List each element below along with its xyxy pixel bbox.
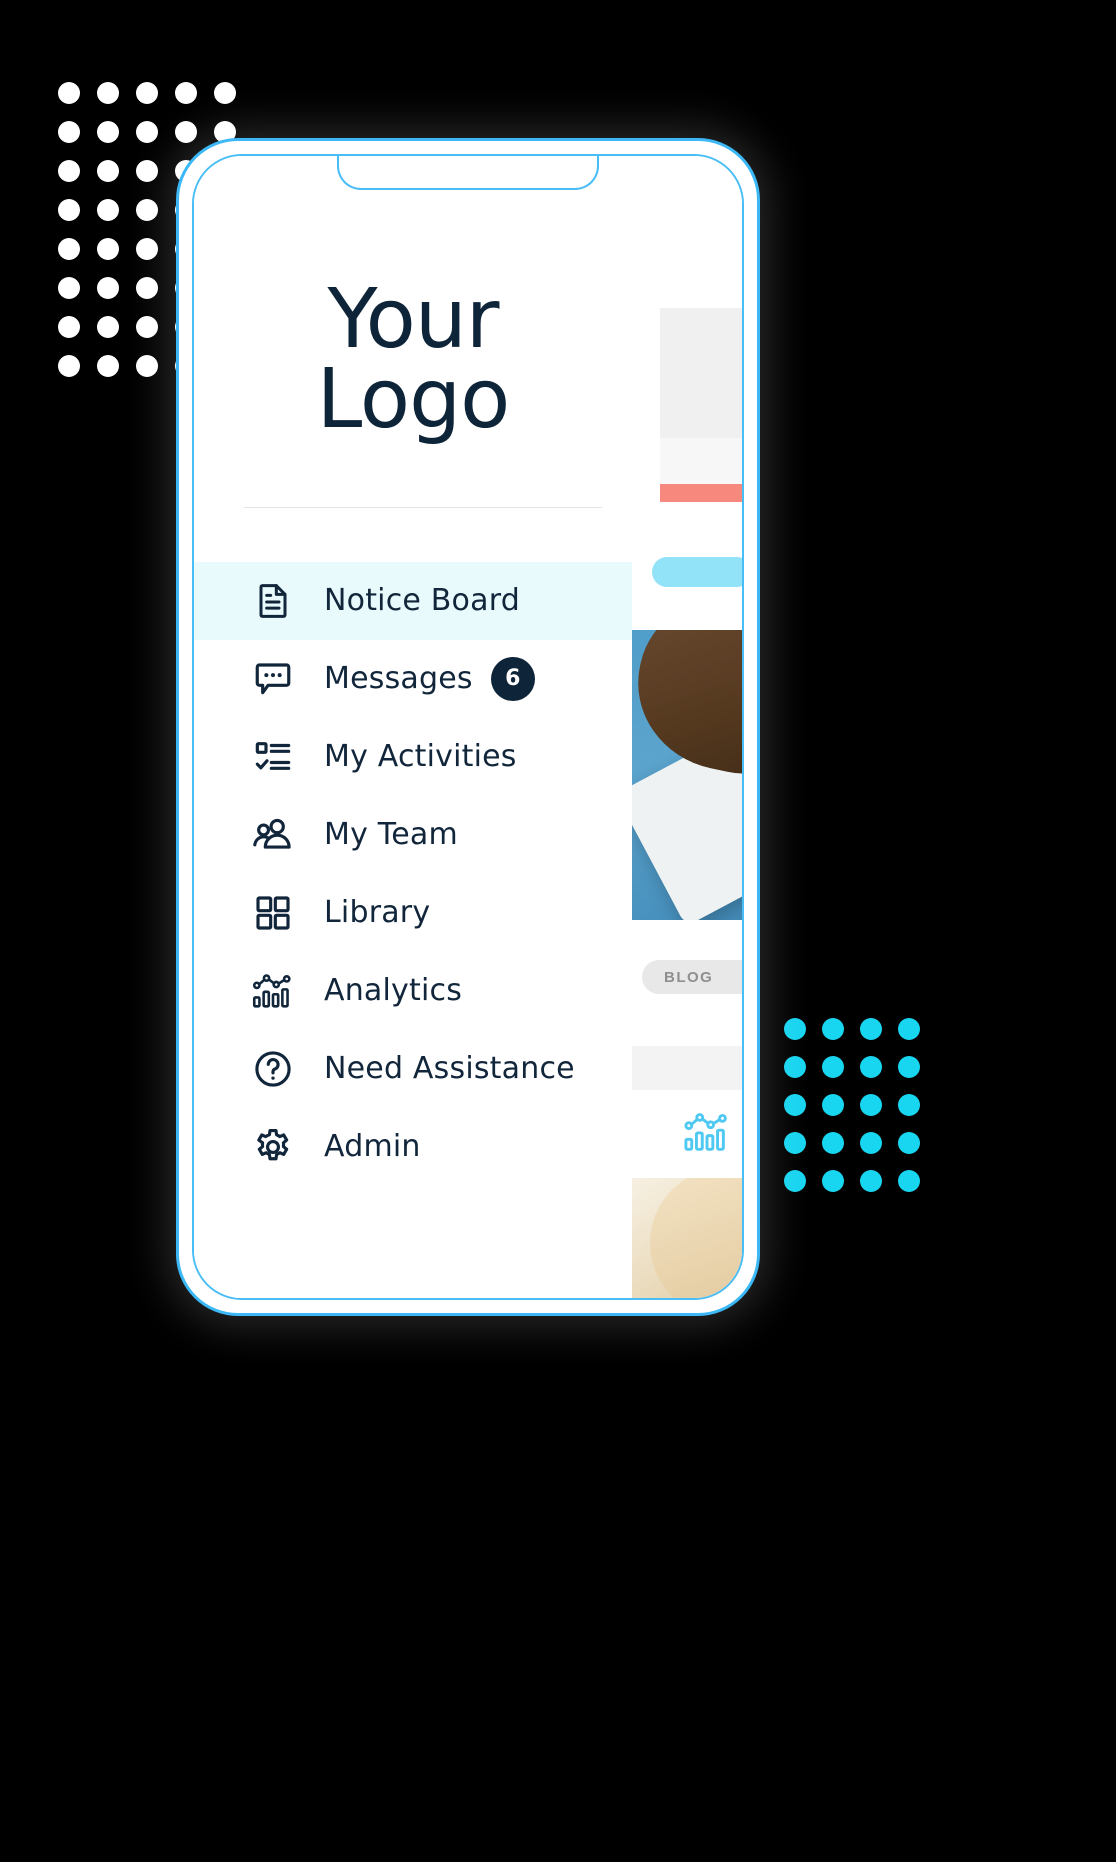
- decorative-dot: [784, 1056, 806, 1078]
- decorative-dot: [175, 82, 197, 104]
- sidebar-item-label: Notice Board: [324, 583, 520, 619]
- decorative-dot: [822, 1018, 844, 1040]
- decorative-dot: [784, 1132, 806, 1154]
- decorative-dot: [97, 238, 119, 260]
- tag-pill-blue: [652, 557, 742, 587]
- decorative-dot: [860, 1094, 882, 1116]
- decorative-dot: [58, 199, 80, 221]
- app-logo-line-2: Logo: [316, 352, 511, 448]
- phone-notch: [337, 156, 599, 190]
- decorative-dot: [136, 238, 158, 260]
- app-logo-line-1: Your: [327, 272, 499, 367]
- decorative-dot: [58, 316, 80, 338]
- decorative-dot: [898, 1018, 920, 1040]
- decorative-dot: [898, 1094, 920, 1116]
- status-bar-coral: [660, 484, 742, 502]
- decorative-dot: [97, 199, 119, 221]
- decorative-dot: [97, 121, 119, 143]
- decorative-dot: [860, 1018, 882, 1040]
- decorative-dot: [136, 355, 158, 377]
- sidebar-item-messages[interactable]: Messages 6: [194, 640, 632, 718]
- content-photo-phone-in-hand: [624, 630, 742, 920]
- decorative-dot: [860, 1170, 882, 1192]
- side-navigation-drawer: Your Logo Notice Board Messages 6 My Acti…: [194, 156, 632, 1298]
- decorative-dot: [175, 121, 197, 143]
- decorative-dot: [58, 82, 80, 104]
- decorative-dot: [136, 82, 158, 104]
- decorative-dot: [97, 277, 119, 299]
- decorative-dot: [898, 1170, 920, 1192]
- sidebar-item-my-team[interactable]: My Team: [194, 796, 632, 874]
- phone-screen: BLOG Your Logo Notice Board Messages 6 M…: [194, 156, 742, 1298]
- decorative-dot: [58, 121, 80, 143]
- sidebar-item-label: Need Assistance: [324, 1051, 575, 1087]
- sidebar-item-label: My Team: [324, 817, 458, 853]
- sidebar-item-label: Admin: [324, 1129, 421, 1165]
- decorative-dot: [97, 316, 119, 338]
- checklist-icon: [250, 734, 296, 780]
- decorative-dot-grid-bottom-right: [784, 1018, 936, 1208]
- decorative-dot: [136, 160, 158, 182]
- grid-squares-icon: [250, 890, 296, 936]
- bar-chart-line-icon: [250, 968, 296, 1014]
- decorative-dot: [136, 199, 158, 221]
- decorative-dot: [58, 355, 80, 377]
- drawer-divider: [244, 506, 602, 508]
- analytics-widget-icon[interactable]: [660, 1100, 742, 1164]
- sidebar-item-analytics[interactable]: Analytics: [194, 952, 632, 1030]
- decorative-dot: [97, 82, 119, 104]
- phone-bezel: BLOG Your Logo Notice Board Messages 6 M…: [192, 154, 744, 1300]
- decorative-dot: [58, 277, 80, 299]
- content-photo-person: [624, 1178, 742, 1298]
- sidebar-item-need-assistance[interactable]: Need Assistance: [194, 1030, 632, 1108]
- decorative-dot: [822, 1056, 844, 1078]
- decorative-dot: [58, 238, 80, 260]
- phone-mockup: BLOG Your Logo Notice Board Messages 6 M…: [176, 138, 760, 1316]
- background-content-panel: BLOG: [624, 156, 742, 1298]
- placeholder-card: [660, 308, 742, 438]
- decorative-dot: [136, 316, 158, 338]
- sidebar-item-library[interactable]: Library: [194, 874, 632, 952]
- blog-badge: BLOG: [642, 960, 742, 994]
- placeholder-card-secondary: [660, 438, 742, 484]
- decorative-dot: [136, 277, 158, 299]
- document-icon: [250, 578, 296, 624]
- decorative-dot: [58, 160, 80, 182]
- sidebar-item-label: Analytics: [324, 973, 463, 1009]
- decorative-dot: [898, 1056, 920, 1078]
- sidebar-item-admin[interactable]: Admin: [194, 1108, 632, 1186]
- decorative-dot: [784, 1094, 806, 1116]
- people-group-icon: [250, 812, 296, 858]
- decorative-dot: [97, 355, 119, 377]
- app-logo: Your Logo: [194, 272, 632, 448]
- question-circle-icon: [250, 1046, 296, 1092]
- decorative-dot: [214, 82, 236, 104]
- sidebar-item-label: Library: [324, 895, 431, 931]
- decorative-dot: [898, 1132, 920, 1154]
- sidebar-item-label: Messages: [324, 661, 473, 697]
- decorative-dot: [784, 1170, 806, 1192]
- gear-icon: [250, 1124, 296, 1170]
- decorative-dot: [136, 121, 158, 143]
- sidebar-item-label: My Activities: [324, 739, 517, 775]
- decorative-dot: [822, 1132, 844, 1154]
- decorative-dot: [822, 1170, 844, 1192]
- decorative-dot: [822, 1094, 844, 1116]
- decorative-dot: [860, 1056, 882, 1078]
- sidebar-item-notice-board[interactable]: Notice Board: [194, 561, 632, 640]
- sidebar-item-my-activities[interactable]: My Activities: [194, 718, 632, 796]
- decorative-dot: [784, 1018, 806, 1040]
- chat-bubble-icon: [250, 656, 296, 702]
- decorative-dot: [860, 1132, 882, 1154]
- content-divider-strip: [624, 1046, 742, 1090]
- unread-count-badge: 6: [490, 656, 535, 701]
- navigation-menu: Notice Board Messages 6 My Activities My …: [194, 561, 632, 1186]
- decorative-dot: [97, 160, 119, 182]
